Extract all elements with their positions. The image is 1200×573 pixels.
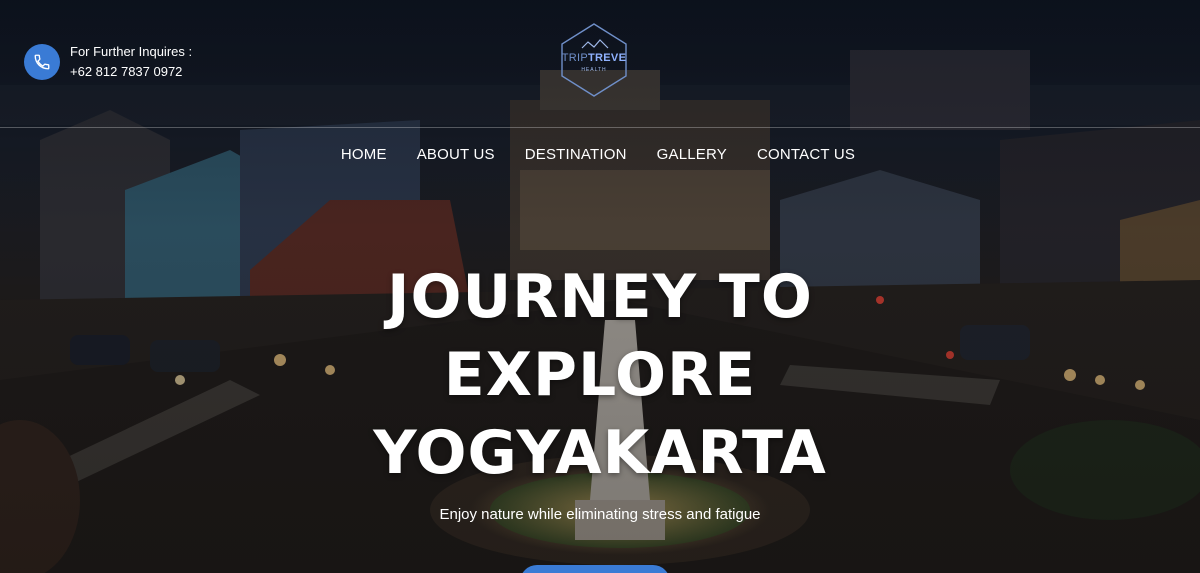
contact-text: For Further Inquires : +62 812 7837 0972	[70, 42, 192, 82]
nav-contact-us[interactable]: CONTACT US	[757, 146, 855, 163]
hero-subtitle: Enjoy nature while eliminating stress an…	[439, 506, 761, 523]
site-logo[interactable]: TRIPTREVE HEALTH	[558, 22, 630, 98]
nav-about-us[interactable]: ABOUT US	[417, 146, 495, 163]
nav-destination[interactable]: DESTINATION	[525, 146, 627, 163]
phone-icon[interactable]	[24, 44, 60, 80]
nav-home[interactable]: HOME	[341, 146, 387, 163]
hero-section: For Further Inquires : +62 812 7837 0972…	[0, 0, 1200, 573]
main-nav: HOME ABOUT US DESTINATION GALLERY CONTAC…	[0, 146, 1200, 163]
logo-text: TRIPTREVE	[558, 52, 630, 64]
contact-label: For Further Inquires :	[70, 44, 193, 59]
logo-part-2: TREVE	[588, 52, 627, 64]
hero-headline-line-1: JOURNEY TO	[387, 262, 813, 332]
hero-cta-button[interactable]	[520, 565, 670, 573]
hero-headline-line-2: EXPLORE	[443, 340, 757, 410]
hero-headline-line-3: YOGYAKARTA	[373, 418, 827, 488]
contact-phone[interactable]: +62 812 7837 0972	[70, 62, 192, 82]
hero-headline: JOURNEY TO EXPLORE YOGYAKARTA	[0, 258, 1200, 492]
header-divider	[0, 127, 1200, 128]
nav-gallery[interactable]: GALLERY	[657, 146, 727, 163]
contact-info: For Further Inquires : +62 812 7837 0972	[24, 42, 192, 82]
logo-part-1: TRIP	[561, 52, 589, 64]
logo-subtitle: HEALTH	[581, 67, 607, 73]
